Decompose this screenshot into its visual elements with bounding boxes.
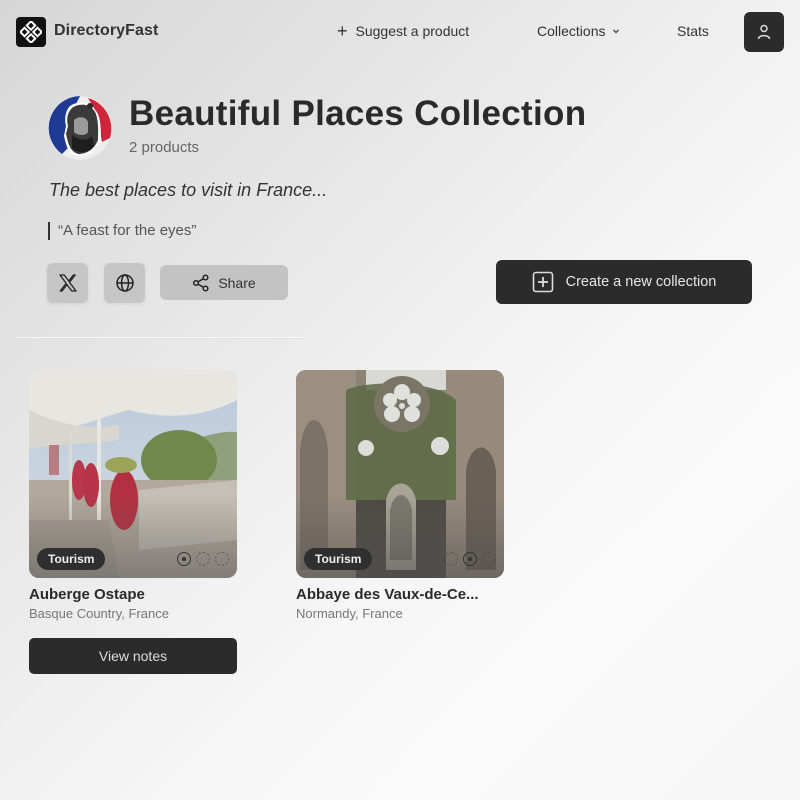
product-image[interactable]: Tourism <box>29 370 237 578</box>
share-label: Share <box>218 274 256 291</box>
image-carousel-dots <box>177 552 229 566</box>
nav-suggest-label: Suggest a product <box>355 23 470 39</box>
carousel-dot[interactable] <box>463 552 477 566</box>
diamond-grid-icon <box>20 21 42 43</box>
page-title: Beautiful Places Collection <box>129 94 587 133</box>
carousel-dot[interactable] <box>177 552 191 566</box>
nav-stats[interactable]: Stats <box>677 23 709 39</box>
user-menu-button[interactable] <box>744 12 784 52</box>
product-count: 2 products <box>129 139 200 156</box>
image-carousel-dots <box>444 552 496 566</box>
create-collection-button[interactable]: Create a new collection <box>496 260 752 304</box>
section-divider <box>16 337 304 338</box>
nav-suggest-product[interactable]: + Suggest a product <box>337 21 470 41</box>
nav-collections-dropdown[interactable]: Collections <box>537 23 621 39</box>
abbey-photo <box>296 370 504 578</box>
product-card: Tourism Abbaye des Vaux-de-Ce... Normand… <box>296 370 504 621</box>
product-card: Tourism Auberge Ostape Basque Country, F… <box>29 370 237 621</box>
brand-name[interactable]: DirectoryFast <box>54 22 158 40</box>
collection-description: The best places to visit in France... <box>49 180 328 200</box>
share-icon <box>193 273 209 292</box>
carousel-dot[interactable] <box>196 552 210 566</box>
nav-collections-label: Collections <box>537 23 606 39</box>
product-location: Basque Country, France <box>29 606 169 621</box>
globe-icon <box>115 274 134 292</box>
user-icon <box>757 24 771 40</box>
collection-quote: “A feast for the eyes” <box>48 222 196 240</box>
chevron-down-icon <box>613 29 620 34</box>
carousel-dot[interactable] <box>444 552 458 566</box>
avatar-image <box>48 96 112 160</box>
plus-square-icon <box>532 271 553 293</box>
terrace-photo <box>29 370 237 578</box>
category-tag: Tourism <box>304 548 373 570</box>
curator-avatar[interactable] <box>48 96 112 160</box>
plus-icon: + <box>337 21 348 41</box>
product-image[interactable]: Tourism <box>296 370 504 578</box>
product-location: Normandy, France <box>296 606 403 621</box>
x-twitter-button[interactable] <box>47 263 88 303</box>
carousel-dot[interactable] <box>215 552 229 566</box>
category-tag: Tourism <box>37 548 106 570</box>
top-navbar: DirectoryFast + Suggest a product Collec… <box>0 0 800 64</box>
product-name[interactable]: Auberge Ostape <box>29 586 237 603</box>
x-logo-icon <box>58 274 77 292</box>
view-notes-button[interactable]: View notes <box>29 638 237 674</box>
product-name[interactable]: Abbaye des Vaux-de-Ce... <box>296 586 504 603</box>
create-collection-label: Create a new collection <box>565 274 717 290</box>
carousel-dot[interactable] <box>482 552 496 566</box>
logo[interactable] <box>16 17 46 47</box>
website-button[interactable] <box>104 263 145 303</box>
share-button[interactable]: Share <box>160 265 288 300</box>
